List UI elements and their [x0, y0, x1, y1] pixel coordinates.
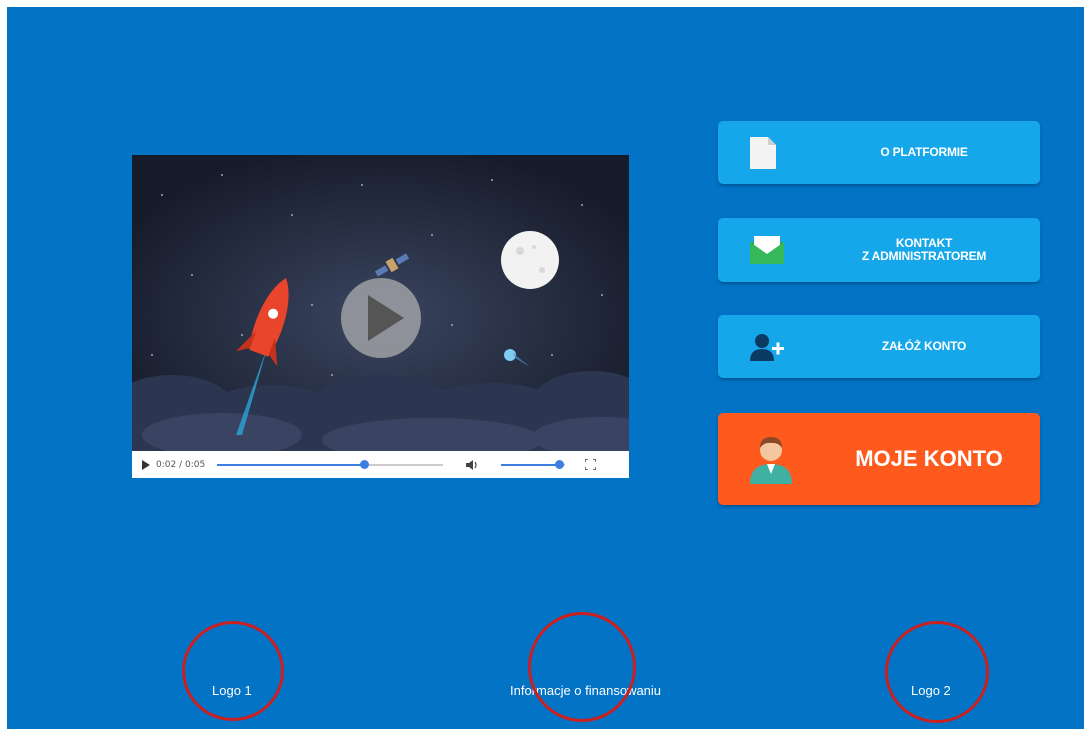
main-stage: 0:02 / 0:05 O PLATFORMIE KONTAKT Z ADMIN…: [7, 7, 1084, 729]
contact-admin-label-line1: KONTAKT: [895, 236, 953, 250]
contact-admin-label-line2: Z ADMINISTRATOREM: [861, 249, 987, 263]
create-account-button[interactable]: ZAŁÓŻ KONTO: [718, 315, 1040, 378]
user-avatar-icon: [750, 437, 792, 484]
contact-admin-label: KONTAKT Z ADMINISTRATOREM: [808, 237, 1040, 263]
progress-fill: [217, 463, 365, 466]
volume-handle[interactable]: [554, 459, 564, 469]
my-account-label: MOJE KONTO: [855, 446, 1003, 471]
envelope-icon: [750, 236, 784, 264]
contact-admin-button[interactable]: KONTAKT Z ADMINISTRATOREM: [718, 218, 1040, 282]
about-platform-label: O PLATFORMIE: [880, 145, 968, 159]
video-thumbnail: [132, 155, 629, 451]
add-user-icon: [750, 333, 784, 361]
video-time: 0:02 / 0:05: [156, 459, 206, 470]
about-platform-button[interactable]: O PLATFORMIE: [718, 121, 1040, 184]
annotation-circle-logo1: [182, 621, 284, 721]
annotation-circle-funding: [528, 612, 636, 722]
video-progress-bar[interactable]: [217, 459, 444, 469]
volume-icon[interactable]: [465, 459, 479, 471]
video-controls: 0:02 / 0:05: [132, 451, 629, 478]
video-player[interactable]: 0:02 / 0:05: [132, 155, 629, 478]
play-overlay-icon[interactable]: [341, 278, 421, 358]
create-account-label: ZAŁÓŻ KONTO: [881, 339, 967, 353]
volume-fill: [501, 463, 559, 466]
volume-slider[interactable]: [501, 459, 566, 469]
progress-handle[interactable]: [360, 459, 370, 469]
play-icon[interactable]: [142, 459, 150, 470]
my-account-button[interactable]: MOJE KONTO: [718, 413, 1040, 505]
document-icon: [750, 136, 776, 169]
annotation-circle-logo2: [885, 621, 989, 723]
fullscreen-icon[interactable]: [585, 459, 597, 470]
